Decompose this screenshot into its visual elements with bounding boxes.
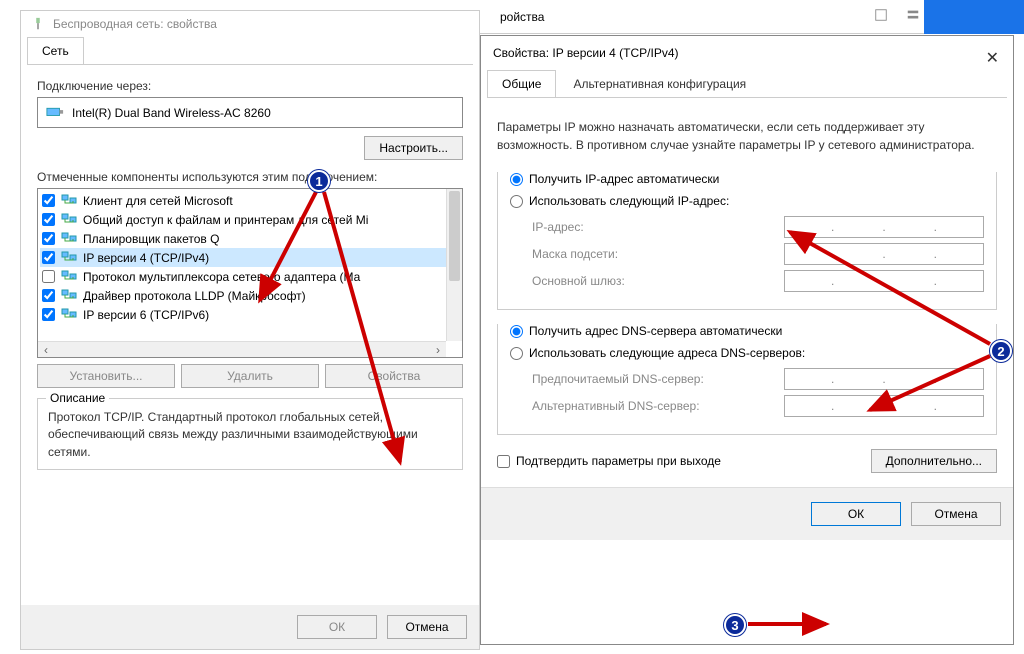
toolbar-icon (906, 8, 920, 25)
component-checkbox[interactable] (42, 270, 55, 283)
protocol-icon (61, 211, 77, 228)
component-label: Планировщик пакетов Q (83, 232, 219, 246)
remove-button[interactable]: Удалить (181, 364, 319, 388)
component-label: Клиент для сетей Microsoft (83, 194, 233, 208)
components-list[interactable]: Клиент для сетей Microsoft Общий доступ к… (37, 188, 463, 358)
tab-alt-config[interactable]: Альтернативная конфигурация (558, 70, 761, 97)
confirm-on-exit-checkbox[interactable] (497, 455, 510, 468)
chevron-right-icon[interactable]: › (430, 342, 446, 357)
component-checkbox[interactable] (42, 289, 55, 302)
tab-general[interactable]: Общие (487, 70, 556, 97)
radio-ip-auto[interactable] (510, 173, 523, 186)
ok-button[interactable]: ОК (297, 615, 377, 639)
tabs: Общие Альтернативная конфигурация (487, 70, 1007, 98)
window-title: Беспроводная сеть: свойства (53, 17, 217, 31)
component-label: Протокол мультиплексора сетевого адаптер… (83, 270, 360, 284)
description-group: Описание Протокол TCP/IP. Стандартный пр… (37, 398, 463, 470)
annotation-marker-3: 3 (724, 614, 746, 636)
annotation-marker-1: 1 (308, 170, 330, 192)
gateway-label: Основной шлюз: (532, 274, 625, 288)
ok-button[interactable]: ОК (811, 502, 901, 526)
properties-button[interactable]: Свойства (325, 364, 463, 388)
component-checkbox[interactable] (42, 308, 55, 321)
dns2-input[interactable]: ... (784, 395, 984, 417)
chevron-left-icon[interactable]: ‹ (38, 342, 54, 357)
ip-address-input[interactable]: ... (784, 216, 984, 238)
wireless-properties-window: Беспроводная сеть: свойства Сеть Подключ… (20, 10, 480, 650)
ipv4-properties-window: Свойства: IP версии 4 (TCP/IPv4) ✕ Общие… (480, 35, 1014, 645)
protocol-icon (61, 249, 77, 266)
component-checkbox[interactable] (42, 213, 55, 226)
radio-dns-auto-label: Получить адрес DNS-сервера автоматически (529, 324, 782, 338)
adapter-name: Intel(R) Dual Band Wireless-AC 8260 (72, 106, 271, 120)
cancel-button[interactable]: Отмена (911, 502, 1001, 526)
window-titlebar: Свойства: IP версии 4 (TCP/IPv4) ✕ (481, 36, 1013, 70)
adapter-icon (46, 104, 64, 121)
dns1-input[interactable]: ... (784, 368, 984, 390)
protocol-icon (61, 192, 77, 209)
dns-fieldset: Получить адрес DNS-сервера автоматически… (497, 324, 997, 435)
annotation-marker-2: 2 (990, 340, 1012, 362)
scrollbar-vertical[interactable] (446, 189, 462, 341)
dns2-label: Альтернативный DNS-сервер: (532, 399, 700, 413)
network-icon (31, 17, 45, 31)
toolbar-icon (874, 8, 888, 25)
confirm-on-exit-label: Подтвердить параметры при выходе (516, 454, 721, 468)
list-item[interactable]: IP версии 6 (TCP/IPv6) (40, 305, 460, 324)
radio-dns-manual-label: Использовать следующие адреса DNS-сервер… (529, 346, 805, 360)
component-label: IP версии 6 (TCP/IPv6) (83, 308, 209, 322)
radio-dns-auto[interactable] (510, 325, 523, 338)
decorative-corner (924, 0, 1024, 34)
ip-fieldset: Получить IP-адрес автоматически Использо… (497, 172, 997, 310)
connect-via-label: Подключение через: (37, 79, 463, 93)
cancel-button[interactable]: Отмена (387, 615, 467, 639)
scrollbar-horizontal[interactable]: ‹ › (38, 341, 446, 357)
advanced-button[interactable]: Дополнительно... (871, 449, 997, 473)
window-titlebar: Беспроводная сеть: свойства (21, 11, 479, 37)
component-checkbox[interactable] (42, 194, 55, 207)
ip-address-label: IP-адрес: (532, 220, 584, 234)
description-text: Протокол TCP/IP. Стандартный протокол гл… (48, 409, 452, 461)
list-item[interactable]: Клиент для сетей Microsoft (40, 191, 460, 210)
close-icon[interactable]: ✕ (986, 48, 999, 68)
list-item[interactable]: Общий доступ к файлам и принтерам для се… (40, 210, 460, 229)
list-item[interactable]: Драйвер протокола LLDP (Майкрософт) (40, 286, 460, 305)
tab-network[interactable]: Сеть (27, 37, 84, 64)
adapter-box: Intel(R) Dual Band Wireless-AC 8260 (37, 97, 463, 128)
subnet-mask-input[interactable]: ... (784, 243, 984, 265)
radio-ip-auto-label: Получить IP-адрес автоматически (529, 172, 719, 186)
protocol-icon (61, 268, 77, 285)
install-button[interactable]: Установить... (37, 364, 175, 388)
component-checkbox[interactable] (42, 251, 55, 264)
list-item[interactable]: IP версии 4 (TCP/IPv4) (40, 248, 460, 267)
component-label: Общий доступ к файлам и принтерам для се… (83, 213, 368, 227)
tabs: Сеть (27, 37, 473, 65)
description-title: Описание (46, 391, 109, 405)
radio-ip-manual-label: Использовать следующий IP-адрес: (529, 194, 729, 208)
component-label: IP версии 4 (TCP/IPv4) (83, 251, 209, 265)
radio-dns-manual[interactable] (510, 347, 523, 360)
protocol-icon (61, 306, 77, 323)
window-title: Свойства: IP версии 4 (TCP/IPv4) (493, 46, 679, 60)
subnet-mask-label: Маска подсети: (532, 247, 618, 261)
component-label: Драйвер протокола LLDP (Майкрософт) (83, 289, 306, 303)
dns1-label: Предпочитаемый DNS-сервер: (532, 372, 704, 386)
radio-ip-manual[interactable] (510, 195, 523, 208)
fragment-text: ройства (500, 10, 544, 24)
protocol-icon (61, 287, 77, 304)
list-item[interactable]: Планировщик пакетов Q (40, 229, 460, 248)
ipv4-description: Параметры IP можно назначать автоматичес… (497, 118, 997, 154)
protocol-icon (61, 230, 77, 247)
components-label: Отмеченные компоненты используются этим … (37, 170, 463, 184)
configure-button[interactable]: Настроить... (364, 136, 463, 160)
list-item[interactable]: Протокол мультиплексора сетевого адаптер… (40, 267, 460, 286)
component-checkbox[interactable] (42, 232, 55, 245)
gateway-input[interactable]: ... (784, 270, 984, 292)
